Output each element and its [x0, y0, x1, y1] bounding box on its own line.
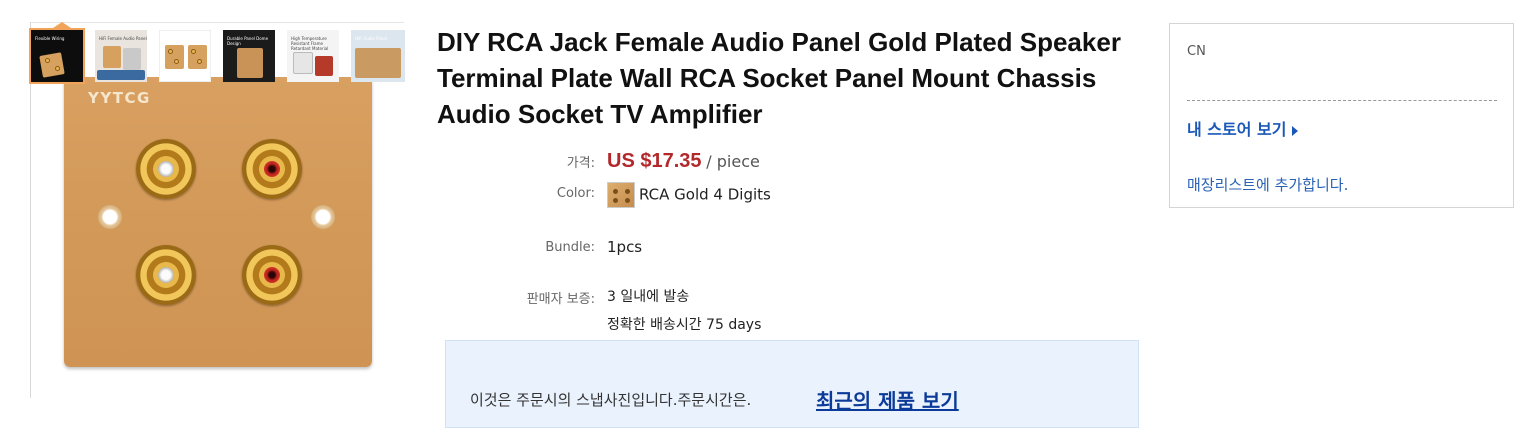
mounting-hole-right: [311, 205, 335, 229]
rca-jack-red-bottom: [242, 245, 302, 305]
thumbnail-4[interactable]: Durable Panel Dome Design: [223, 30, 275, 82]
rca-jack-red-top: [242, 139, 302, 199]
thumbnail-1[interactable]: Flexible Wiring: [31, 30, 83, 82]
guarantee-delivery-time: 정확한 배송시간 75 days: [607, 317, 762, 333]
store-info-box: CN 내 스토어 보기 매장리스트에 추가합니다.: [1169, 23, 1514, 208]
visit-store-label: 내 스토어 보기: [1187, 120, 1287, 139]
thumbnail-6[interactable]: HiFi Audio Panel: [351, 30, 405, 82]
product-gallery: YYTCG Flexible Wiring HiFi Female Audio …: [28, 22, 408, 400]
thumbnail-3[interactable]: [159, 30, 211, 82]
price-amount: US $17.35: [607, 150, 702, 172]
visit-store-link[interactable]: 내 스토어 보기: [1187, 116, 1299, 140]
price-label: 가격:: [566, 156, 595, 171]
guarantee-label: 판매자 보증:: [526, 292, 595, 307]
thumbnail-5[interactable]: High Temperature Resistant Flame Retarda…: [287, 30, 339, 82]
order-snapshot-notice: 이것은 주문시의 스냅사진입니다.주문시간은. 최근의 제품 보기: [445, 340, 1139, 428]
active-thumb-indicator: [50, 22, 74, 30]
price-row: 가격: US $17.35 / piece: [437, 150, 1137, 176]
color-swatch-thumbnail: [607, 182, 635, 208]
thumbnail-2[interactable]: HiFi Female Audio Panel: [95, 30, 147, 82]
store-divider: [1187, 100, 1497, 101]
bundle-row: Bundle: 1pcs: [437, 238, 1137, 260]
rca-panel-plate: YYTCG: [64, 77, 372, 367]
store-country: CN: [1187, 44, 1206, 59]
thumbnail-caption: HiFi Audio Panel: [355, 36, 387, 41]
thumbnail-caption: Durable Panel Dome Design: [227, 36, 269, 46]
thumbnail-strip: Flexible Wiring HiFi Female Audio Panel …: [28, 22, 408, 84]
brand-watermark: YYTCG: [88, 89, 151, 107]
mounting-hole-left: [98, 205, 122, 229]
bundle-label: Bundle:: [545, 240, 595, 255]
guarantee-ship-time: 3 일내에 발송: [607, 289, 690, 305]
color-value: RCA Gold 4 Digits: [639, 185, 771, 204]
thumbnail-caption: High Temperature Resistant Flame Retarda…: [291, 36, 329, 51]
add-to-store-list-link[interactable]: 매장리스트에 추가합니다.: [1187, 174, 1348, 195]
price-unit: / piece: [706, 152, 760, 171]
thumbnail-caption: HiFi Female Audio Panel: [99, 36, 147, 41]
bundle-value[interactable]: 1pcs: [607, 238, 642, 256]
rca-jack-white-top: [136, 139, 196, 199]
rca-jack-white-bottom: [136, 245, 196, 305]
color-row: Color: RCA Gold 4 Digits: [437, 180, 1137, 210]
thumbnail-caption: Flexible Wiring: [35, 36, 65, 41]
seller-guarantee-row: 판매자 보증: 3 일내에 발송 정확한 배송시간 75 days: [437, 286, 1137, 336]
snapshot-message: 이것은 주문시의 스냅사진입니다.주문시간은.: [470, 391, 752, 409]
price-value: US $17.35 / piece: [607, 150, 760, 173]
color-option-selected[interactable]: RCA Gold 4 Digits: [607, 182, 771, 208]
color-label: Color:: [556, 186, 595, 201]
chevron-right-icon: [1292, 125, 1299, 136]
product-title: DIY RCA Jack Female Audio Panel Gold Pla…: [437, 27, 1121, 129]
main-product-image[interactable]: YYTCG: [64, 77, 372, 392]
view-latest-product-link[interactable]: 최근의 제품 보기: [816, 385, 959, 414]
